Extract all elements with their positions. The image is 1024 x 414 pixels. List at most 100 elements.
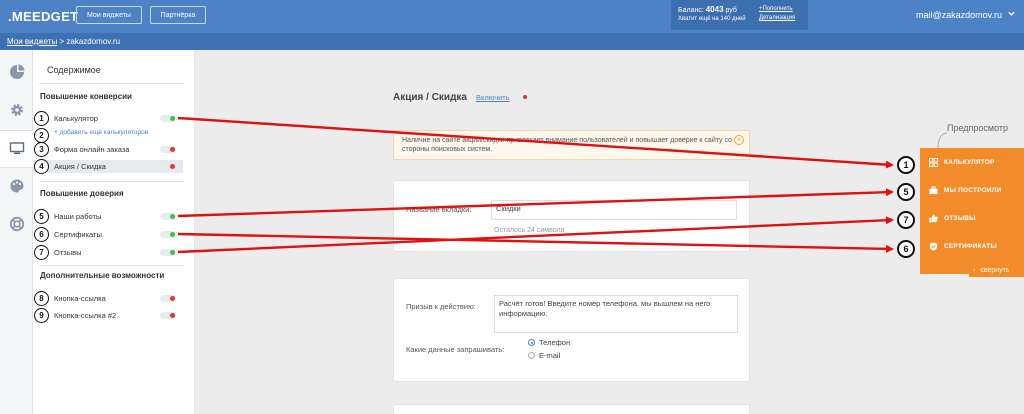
tab-name-card: Название вкладки: Скидки Осталось 24 сим… — [393, 180, 750, 252]
marker-number: 9 — [34, 308, 49, 323]
radio-email[interactable]: E-mail — [528, 351, 560, 360]
marker-number: 1 — [34, 111, 49, 126]
preview-tab-label: КАЛЬКУЛЯТОР — [944, 158, 995, 166]
chevron-down-icon[interactable] — [1007, 9, 1016, 20]
sidebar-item-label: Калькулятор — [54, 114, 98, 123]
radio-phone-label: Телефон — [539, 338, 571, 347]
sidebar-item-order-form[interactable]: 3 Форма онлайн заказа — [33, 142, 183, 157]
balance-unit: руб — [725, 7, 737, 14]
content-sidebar: Содержимое Повышение конверсии 1 Калькул… — [33, 50, 195, 414]
preview-marker: 5 — [897, 183, 915, 201]
account-email[interactable]: mail@zakazdomov.ru — [916, 10, 1002, 20]
preview-tab-certificates[interactable]: СЕРТИФИКАТЫ — [920, 232, 1024, 260]
info-notice: Наличие на сайте акции/скидки привлекает… — [393, 130, 750, 160]
preview-tab-our-works[interactable]: МЫ ПОСТРОИЛИ — [920, 176, 1024, 204]
gear-icon — [9, 102, 25, 120]
chevron-right-icon: › — [973, 267, 976, 274]
sidebar-item-reviews[interactable]: 7 Отзывы — [33, 245, 183, 260]
grid-icon — [929, 157, 938, 167]
toggle-reviews[interactable] — [160, 249, 176, 256]
collapse-label: свернуть — [980, 267, 1010, 274]
top-header: .MEEDGET Мои виджеты Партнёрка Баланс: 4… — [0, 0, 1024, 33]
design-nav-button[interactable] — [0, 168, 33, 206]
toggle-link-button-2[interactable] — [160, 312, 176, 319]
marker-number: 7 — [34, 245, 49, 260]
cta-textarea[interactable]: Расчёт готов! Введите номер телефона, мы… — [494, 295, 738, 333]
collapse-button[interactable]: › свернуть — [969, 264, 1024, 277]
radio-email-label: E-mail — [539, 351, 561, 360]
content-nav-button[interactable] — [0, 130, 33, 168]
main-content: Акция / Скидка Включить Наличие на сайте… — [196, 50, 1024, 414]
sidebar-item-link-button[interactable]: 8 Кнопка-ссылка — [33, 291, 183, 306]
divider — [39, 181, 184, 182]
enable-link[interactable]: Включить — [476, 93, 510, 102]
marker-number: 8 — [34, 291, 49, 306]
toggle-calculator[interactable] — [160, 115, 176, 122]
preview-tab-calculator[interactable]: КАЛЬКУЛЯТОР — [920, 148, 1024, 176]
next-card — [393, 404, 750, 414]
balance-value: 4043 — [705, 5, 724, 14]
monitor-icon — [9, 140, 25, 158]
sidebar-item-label: Сертификаты — [54, 230, 102, 239]
toggle-our-works[interactable] — [160, 213, 176, 220]
logo[interactable]: .MEEDGET — [8, 9, 78, 24]
section-extra-title: Дополнительные возможности — [40, 271, 165, 280]
cta-card: Призыв к действию: Расчёт готов! Введите… — [393, 278, 750, 382]
sidebar-title: Содержимое — [47, 65, 101, 75]
toggle-link-button[interactable] — [160, 295, 176, 302]
preview-widget-panel: КАЛЬКУЛЯТОР МЫ ПОСТРОИЛИ ОТЗЫВЫ СЕРТИФИК… — [920, 148, 1024, 274]
marker-number: 4 — [34, 159, 49, 174]
lifebuoy-icon — [9, 216, 25, 234]
add-calculator-link[interactable]: + добавить ещё калькуляторов — [54, 129, 148, 136]
sidebar-item-link-button-2[interactable]: 9 Кнопка-ссылка #2 — [33, 308, 183, 323]
sidebar-item-label: Акция / Скидка — [54, 162, 106, 171]
toggle-certificates[interactable] — [160, 231, 176, 238]
sidebar-item-our-works[interactable]: 5 Наши работы — [33, 209, 183, 224]
breadcrumb-current: zakazdomov.ru — [66, 37, 121, 46]
my-widgets-button[interactable]: Мои виджеты — [76, 6, 142, 24]
marker-number: 2 — [34, 128, 49, 143]
breadcrumb-root-link[interactable]: Мои виджеты — [7, 37, 57, 46]
topup-link[interactable]: +Пополнить — [759, 5, 795, 14]
sidebar-item-label: Кнопка-ссылка #2 — [54, 311, 117, 320]
sidebar-item-calculator[interactable]: 1 Калькулятор — [33, 111, 183, 126]
tab-name-label: Название вкладки: — [406, 205, 472, 214]
tab-name-input[interactable]: Скидки — [491, 200, 737, 220]
data-request-label: Какие данные запрашивать: — [406, 345, 505, 354]
preview-marker: 6 — [897, 240, 915, 258]
toggle-order-form[interactable] — [160, 146, 176, 153]
section-conversion-title: Повышение конверсии — [40, 92, 132, 101]
palette-icon — [9, 178, 25, 196]
page-title: Акция / Скидка — [393, 92, 467, 103]
radio-phone[interactable]: Телефон — [528, 338, 570, 347]
close-icon[interactable]: × — [734, 135, 744, 145]
sidebar-item-label: Отзывы — [54, 248, 82, 257]
sidebar-item-label: Кнопка-ссылка — [54, 294, 106, 303]
balance-box: Баланс: 4043 руб Хватит ещё на 140 дней … — [671, 0, 808, 30]
help-nav-button[interactable] — [0, 206, 33, 244]
icon-sidebar — [0, 50, 33, 414]
toggle-promo[interactable] — [160, 163, 176, 170]
preview-tab-label: МЫ ПОСТРОИЛИ — [944, 186, 1002, 194]
enable-toggle[interactable] — [514, 94, 528, 100]
sidebar-item-label: Форма онлайн заказа — [54, 145, 130, 154]
preview-tab-label: СЕРТИФИКАТЫ — [944, 242, 998, 250]
preview-tab-reviews[interactable]: ОТЗЫВЫ — [920, 204, 1024, 232]
preview-marker: 7 — [897, 211, 915, 229]
preview-tab-label: ОТЗЫВЫ — [944, 214, 976, 222]
settings-nav-button[interactable] — [0, 92, 33, 130]
sidebar-item-promo[interactable]: 4 Акция / Скидка — [33, 159, 183, 174]
divider — [39, 83, 184, 84]
breadcrumb-separator: > — [59, 37, 65, 46]
sidebar-item-label: Наши работы — [54, 212, 102, 221]
badge-icon — [929, 241, 938, 251]
details-link[interactable]: Детализация — [759, 14, 795, 23]
partner-button[interactable]: Партнёрка — [150, 6, 206, 24]
preview-marker: 1 — [897, 156, 915, 174]
sidebar-item-certificates[interactable]: 6 Сертификаты — [33, 227, 183, 242]
stats-nav-button[interactable] — [0, 54, 33, 92]
marker-number: 3 — [34, 142, 49, 157]
preview-label: Предпросмотр — [947, 123, 1009, 133]
thumbs-up-icon — [929, 213, 938, 223]
section-trust-title: Повышение доверия — [40, 189, 124, 198]
